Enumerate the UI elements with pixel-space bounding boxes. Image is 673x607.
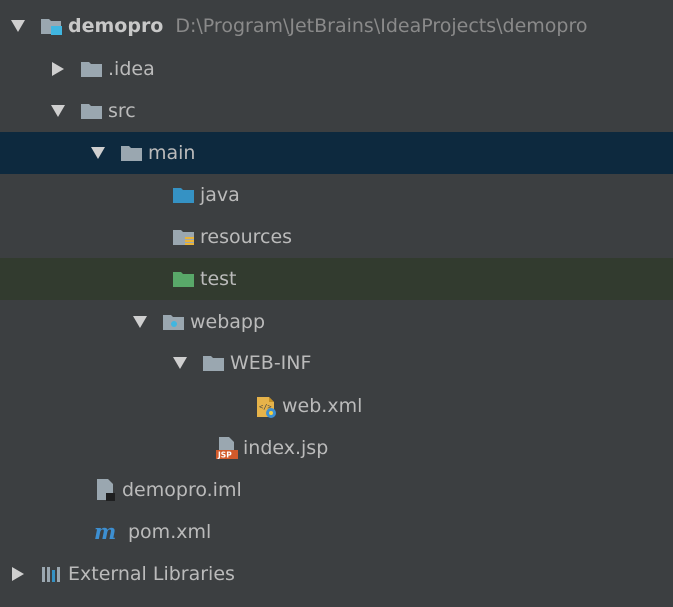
tree-label-external-libraries: External Libraries <box>68 563 235 585</box>
tree-label-idea: .idea <box>108 58 155 80</box>
expanded-arrow-icon[interactable] <box>50 103 66 119</box>
tree-label-java: java <box>200 184 240 206</box>
tree-row-iml[interactable]: demopro.iml <box>0 469 673 511</box>
tree-row-test[interactable]: test <box>0 258 673 300</box>
test-folder-icon <box>172 269 194 289</box>
tree-row-idea[interactable]: .idea <box>0 48 673 90</box>
jsp-file-icon: JSP <box>215 436 238 460</box>
expanded-arrow-icon[interactable] <box>90 145 106 161</box>
collapsed-arrow-icon[interactable] <box>50 61 66 77</box>
folder-icon <box>80 59 102 79</box>
module-file-icon <box>94 478 116 502</box>
project-path: D:\Program\JetBrains\IdeaProjects\demopr… <box>175 15 588 37</box>
maven-icon: m <box>94 519 122 544</box>
tree-row-resources[interactable]: resources <box>0 216 673 258</box>
tree-row-external-libraries[interactable]: External Libraries <box>0 553 673 595</box>
expanded-arrow-icon[interactable] <box>10 18 26 34</box>
tree-label-pom: pom.xml <box>128 521 212 543</box>
tree-label-webinf: WEB-INF <box>230 352 312 374</box>
tree-row-demopro[interactable]: demopro D:\Program\JetBrains\IdeaProject… <box>0 5 673 47</box>
tree-row-pom[interactable]: m pom.xml <box>0 511 673 553</box>
folder-icon <box>120 143 142 163</box>
web-xml-file-icon: </> <box>254 396 276 418</box>
tree-row-webinf[interactable]: WEB-INF <box>0 342 673 384</box>
tree-label-project: demopro <box>68 15 164 37</box>
module-folder-icon <box>40 16 62 36</box>
tree-label-test: test <box>200 268 237 290</box>
project-tree: demopro D:\Program\JetBrains\IdeaProject… <box>0 0 673 607</box>
source-folder-icon <box>172 185 194 205</box>
tree-label-webapp: webapp <box>190 311 266 333</box>
jsp-badge-text: JSP <box>217 451 232 460</box>
tree-label-main: main <box>148 142 196 164</box>
maven-mark-text: m <box>94 522 116 542</box>
tree-row-webxml[interactable]: </> web.xml <box>0 385 673 427</box>
web-folder-icon <box>162 312 184 332</box>
tree-row-java[interactable]: java <box>0 174 673 216</box>
tree-row-main[interactable]: main <box>0 132 673 174</box>
tree-label-webxml: web.xml <box>282 395 363 417</box>
resources-folder-icon <box>172 227 194 247</box>
tree-row-src[interactable]: src <box>0 90 673 132</box>
tree-row-indexjsp[interactable]: JSP index.jsp <box>0 427 673 469</box>
library-icon <box>40 564 62 584</box>
collapsed-arrow-icon[interactable] <box>10 566 26 582</box>
folder-icon <box>80 101 102 121</box>
expanded-arrow-icon[interactable] <box>172 355 188 371</box>
tree-label-iml: demopro.iml <box>122 479 242 501</box>
tree-label-resources: resources <box>200 226 293 248</box>
folder-icon <box>202 353 224 373</box>
tree-label-src: src <box>108 100 136 122</box>
expanded-arrow-icon[interactable] <box>132 314 148 330</box>
tree-row-webapp[interactable]: webapp <box>0 301 673 343</box>
tree-label-indexjsp: index.jsp <box>243 437 329 459</box>
